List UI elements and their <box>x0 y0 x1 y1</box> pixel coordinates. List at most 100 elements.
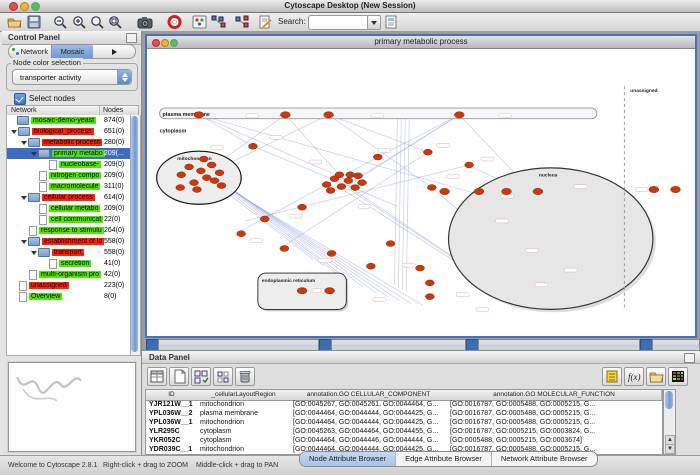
tree-row[interactable]: unassigned223(0) <box>7 280 131 291</box>
zoom-in-icon[interactable] <box>72 15 87 29</box>
delete-attribute-trash-icon[interactable] <box>235 367 255 386</box>
cell-region[interactable]: mitochondrion <box>197 418 290 427</box>
search-dropdown-button[interactable] <box>367 15 381 30</box>
tree-row[interactable]: cellular metabo209(0) <box>7 203 131 214</box>
tree-scrollbar[interactable] <box>130 115 141 356</box>
expander-icon[interactable] <box>10 130 18 134</box>
heatmap-icon[interactable] <box>668 367 688 386</box>
cell-id[interactable]: YJR121W__1 <box>146 400 197 409</box>
tree-row[interactable]: nitrogen compo209(0) <box>7 170 131 181</box>
control-panel: Control Panel Network Mosaic Node color … <box>2 31 142 455</box>
cell-function[interactable]: [GO:0016787, GO:0005488, GO:0005215, G..… <box>447 418 661 427</box>
tree-label: Overview <box>29 293 62 300</box>
cell-component[interactable]: [GO:0045263, GO:0044464, GO:0044455, G..… <box>290 427 447 436</box>
cell-id[interactable]: YPL036W__2 <box>146 409 197 418</box>
unselect-attributes-icon[interactable] <box>213 367 233 386</box>
tab-mosaic-label: Mosaic <box>61 45 85 58</box>
tab-node-attribute-browser[interactable]: Node Attribute Browser <box>300 452 395 466</box>
table-scrollbar[interactable]: ▲ ▼ <box>663 389 676 455</box>
tree-row[interactable]: nucleobase-209(0) <box>7 159 131 170</box>
tree-row[interactable]: secretion41(0) <box>7 258 131 269</box>
cell-region[interactable]: cytoplasm <box>197 436 290 445</box>
tree-row[interactable]: transport558(0) <box>7 247 131 258</box>
attribute-table-icon[interactable] <box>147 367 167 386</box>
search-options-icon[interactable] <box>384 15 399 29</box>
formula-builder-icon[interactable]: f(x) <box>624 367 644 386</box>
select-nodes-checkbox[interactable] <box>14 93 26 105</box>
float-panel-icon[interactable] <box>684 353 695 363</box>
node-color-select-value: transporter activity <box>20 73 81 82</box>
birdseye-view[interactable] <box>8 362 136 452</box>
tab-edge-attribute-browser[interactable]: Edge Attribute Browser <box>395 452 491 466</box>
cell-region[interactable]: plasma membrane <box>197 409 290 418</box>
annotation-icon[interactable] <box>258 15 273 29</box>
scrollbar-thumb[interactable] <box>665 391 673 409</box>
cell-component[interactable]: [GO:0044464, GO:0044446, GO:0044444, G..… <box>290 436 447 445</box>
expander-icon[interactable] <box>20 196 28 200</box>
cell-component[interactable]: [GO:0044464, GO:0044444, GO:0044425, G..… <box>290 409 447 418</box>
tree-row[interactable]: response to stimulu264(0) <box>7 225 131 236</box>
tree-row[interactable]: multi-organism pro42(0) <box>7 269 131 280</box>
tree-row[interactable]: establishment of lo558(0) <box>7 236 131 247</box>
tree-row[interactable]: Overview 8(0) <box>7 291 131 302</box>
snapshot-camera-icon[interactable] <box>137 15 152 29</box>
cell-id[interactable]: YDR039C__1 <box>146 445 197 454</box>
cell-component[interactable]: [GO:0044464, GO:0044444, GO:0044425, G..… <box>290 418 447 427</box>
search-input[interactable] <box>308 15 370 30</box>
tree-row[interactable]: cell communicat22(0) <box>7 214 131 225</box>
tab-mosaic[interactable]: Mosaic <box>51 45 94 58</box>
tree-row[interactable]: cellular process614(0) <box>7 192 131 203</box>
browser-tabs: Node Attribute Browser Edge Attribute Br… <box>299 451 598 467</box>
cell-region[interactable]: cytoplasm <box>197 427 290 436</box>
zoom-selected-icon[interactable] <box>108 15 123 29</box>
tree-row[interactable]: macromolecule311(0) <box>7 181 131 192</box>
tree-row[interactable]: mosaic-demo-yeast874(0) <box>7 115 131 126</box>
layout-all-icon[interactable] <box>235 15 250 29</box>
tree-row[interactable]: metabolic process280(0) <box>7 137 131 148</box>
expander-icon[interactable] <box>30 251 38 255</box>
folder-icon <box>17 116 29 125</box>
cell-function[interactable]: [GO:0016787, GO:0005488, GO:0005215, G..… <box>447 409 661 418</box>
tab-network-attribute-browser[interactable]: Network Attribute Browser <box>491 452 597 466</box>
network-canvas[interactable]: plasma membrane cytoplasm mitochondrion … <box>147 49 695 332</box>
cell-id[interactable]: YLR295C <box>146 427 197 436</box>
zoom-out-icon[interactable] <box>53 15 68 29</box>
cell-function[interactable]: [GO:0016787, GO:0005215, GO:0003824, G..… <box>447 427 661 436</box>
new-attribute-icon[interactable] <box>169 367 189 386</box>
import-attributes-folder-icon[interactable] <box>646 367 666 386</box>
cell-region[interactable]: mitochondrion <box>197 400 290 409</box>
zoom-fit-icon[interactable] <box>90 15 105 29</box>
open-folder-icon[interactable] <box>7 15 22 29</box>
help-lifesaver-icon[interactable] <box>167 15 182 29</box>
file-icon <box>49 160 57 170</box>
cell-region[interactable]: mitochondrion <box>197 445 290 454</box>
file-icon <box>39 171 47 181</box>
cell-component[interactable]: [GO:0045267, GO:0045261, GO:0044464, G..… <box>290 400 447 409</box>
expander-icon[interactable] <box>20 240 28 244</box>
layout-selected-icon[interactable] <box>211 15 226 29</box>
tab-network[interactable]: Network <box>9 45 51 58</box>
float-panel-icon[interactable] <box>126 33 137 43</box>
tree-row-selected[interactable]: primary metabo209(... <box>7 148 131 159</box>
expander-icon[interactable] <box>20 141 28 145</box>
scrollbar-thumb[interactable] <box>131 116 138 352</box>
tree-label: biological_process <box>32 128 94 135</box>
cell-id[interactable]: YPL036W__1 <box>146 418 197 427</box>
select-attributes-icon[interactable] <box>191 367 211 386</box>
cell-function[interactable]: [GO:0005488, GO:0005215, GO:0003674] <box>447 436 661 445</box>
node-count: 8(0) <box>104 293 116 300</box>
node-count: 280(0) <box>104 139 124 146</box>
network-window-titlebar[interactable]: primary metabolic process <box>147 36 695 49</box>
attribute-list-icon[interactable] <box>602 367 622 386</box>
save-icon[interactable] <box>27 15 42 29</box>
cell-function[interactable]: [GO:0016787, GO:0005488, GO:0005215, G..… <box>447 400 661 409</box>
expander-icon[interactable] <box>30 152 38 156</box>
tree-label: macromolecule <box>49 183 100 190</box>
node-color-select[interactable]: transporter activity <box>12 69 132 85</box>
scroll-down-icon[interactable]: ▼ <box>665 444 675 454</box>
vizmapper-icon[interactable] <box>192 15 207 29</box>
folder-icon <box>18 127 30 136</box>
cell-id[interactable]: YKR052C <box>146 436 197 445</box>
tree-row[interactable]: biological_process651(0) <box>7 126 131 137</box>
tab-overflow-arrow-icon[interactable] <box>93 45 135 58</box>
